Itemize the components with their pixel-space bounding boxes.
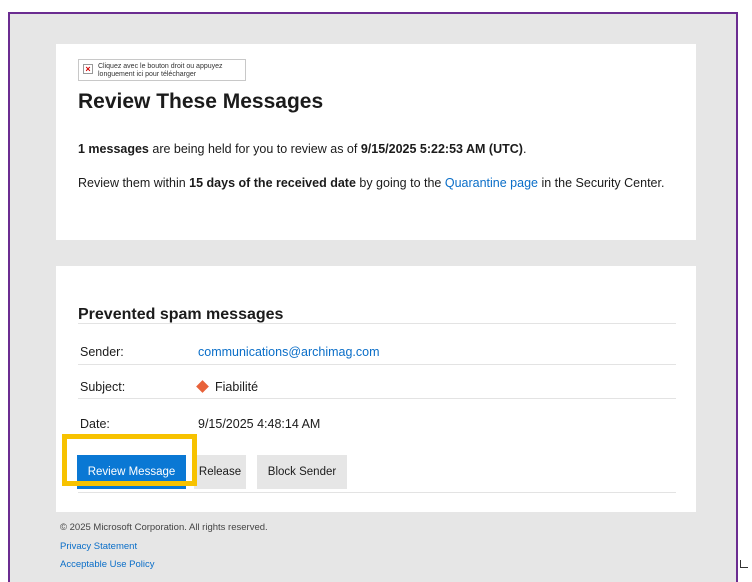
instructions-text: Review them within 15 days of the receiv… [78, 175, 678, 192]
release-button[interactable]: Release [194, 455, 246, 489]
broken-image-icon: × [83, 64, 93, 74]
subject-text: Fiabilité [215, 380, 259, 394]
copyright-text: © 2025 Microsoft Corporation. All rights… [60, 522, 268, 533]
review-window: 15 days of the received date [189, 176, 356, 190]
resize-corner-icon [740, 560, 748, 568]
divider [78, 323, 676, 324]
divider [78, 492, 676, 493]
spam-messages-card: Prevented spam messages Sender: communic… [56, 266, 696, 512]
divider [78, 398, 676, 399]
message-count: 1 messages [78, 142, 149, 156]
review-card: × Cliquez avec le bouton droit ou appuye… [56, 44, 696, 240]
subject-value: Fiabilité [196, 380, 259, 394]
broken-image-placeholder: × Cliquez avec le bouton droit ou appuye… [78, 59, 246, 81]
divider [78, 364, 676, 365]
summary-text: 1 messages are being held for you to rev… [78, 141, 678, 158]
subject-label: Subject: [80, 380, 126, 394]
privacy-statement-link[interactable]: Privacy Statement [60, 541, 137, 552]
as-of-date: 9/15/2025 5:22:53 AM (UTC) [360, 142, 523, 156]
date-label: Date: [80, 417, 110, 431]
sender-link[interactable]: communications@archimag.com [198, 345, 380, 359]
acceptable-use-policy-link[interactable]: Acceptable Use Policy [60, 559, 155, 570]
instructions-suffix: in the Security Center. [538, 176, 665, 190]
instructions-middle: by going to the [355, 176, 445, 190]
section-title: Prevented spam messages [78, 306, 284, 323]
image-alt-text: Cliquez avec le bouton droit ou appuyez … [98, 63, 223, 78]
summary-end: . [522, 142, 527, 156]
instructions-prefix: Review them within [78, 176, 190, 190]
sender-label: Sender: [80, 345, 124, 359]
block-sender-button[interactable]: Block Sender [257, 455, 347, 489]
page-title: Review These Messages [78, 90, 324, 113]
orange-diamond-icon [196, 380, 209, 393]
date-value: 9/15/2025 4:48:14 AM [198, 417, 321, 431]
quarantine-page-link[interactable]: Quarantine page [445, 176, 538, 190]
summary-middle: are being held for you to review as of [148, 142, 361, 156]
review-message-button[interactable]: Review Message [77, 455, 186, 489]
